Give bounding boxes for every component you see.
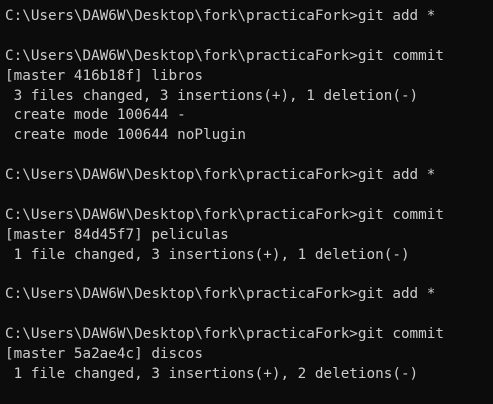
prompt-line: C:\Users\DAW6W\Desktop\fork\practicaFork… xyxy=(5,8,436,24)
prompt-line: C:\Users\DAW6W\Desktop\fork\practicaFork… xyxy=(5,326,444,343)
commit-summary-line: 1 file changed, 3 insertions(+), 2 delet… xyxy=(5,366,419,383)
prompt-line: C:\Users\DAW6W\Desktop\fork\practicaFork… xyxy=(5,206,444,223)
commit-header-line: [master 5a2ae4c] discos xyxy=(5,346,203,363)
commit-header-line: [master 84d45f7] peliculas xyxy=(5,226,229,243)
prompt-line: C:\Users\DAW6W\Desktop\fork\practicaFork… xyxy=(5,286,436,303)
commit-summary-line: 3 files changed, 3 insertions(+), 1 dele… xyxy=(5,87,419,104)
terminal-window[interactable]: C:\Users\DAW6W\Desktop\fork\practicaFork… xyxy=(0,0,493,404)
commit-summary-line: 1 file changed, 3 insertions(+), 1 delet… xyxy=(5,246,410,263)
create-mode-line: create mode 100644 noPlugin xyxy=(5,127,247,144)
commit-header-line: [master 416b18f] libros xyxy=(5,67,203,84)
prompt-line: C:\Users\DAW6W\Desktop\fork\practicaFork… xyxy=(5,167,436,184)
create-mode-line: create mode 100644 - xyxy=(5,107,186,124)
terminal-output: C:\Users\DAW6W\Desktop\fork\practicaFork… xyxy=(5,7,444,385)
prompt-line: C:\Users\DAW6W\Desktop\fork\practicaFork… xyxy=(5,47,444,64)
